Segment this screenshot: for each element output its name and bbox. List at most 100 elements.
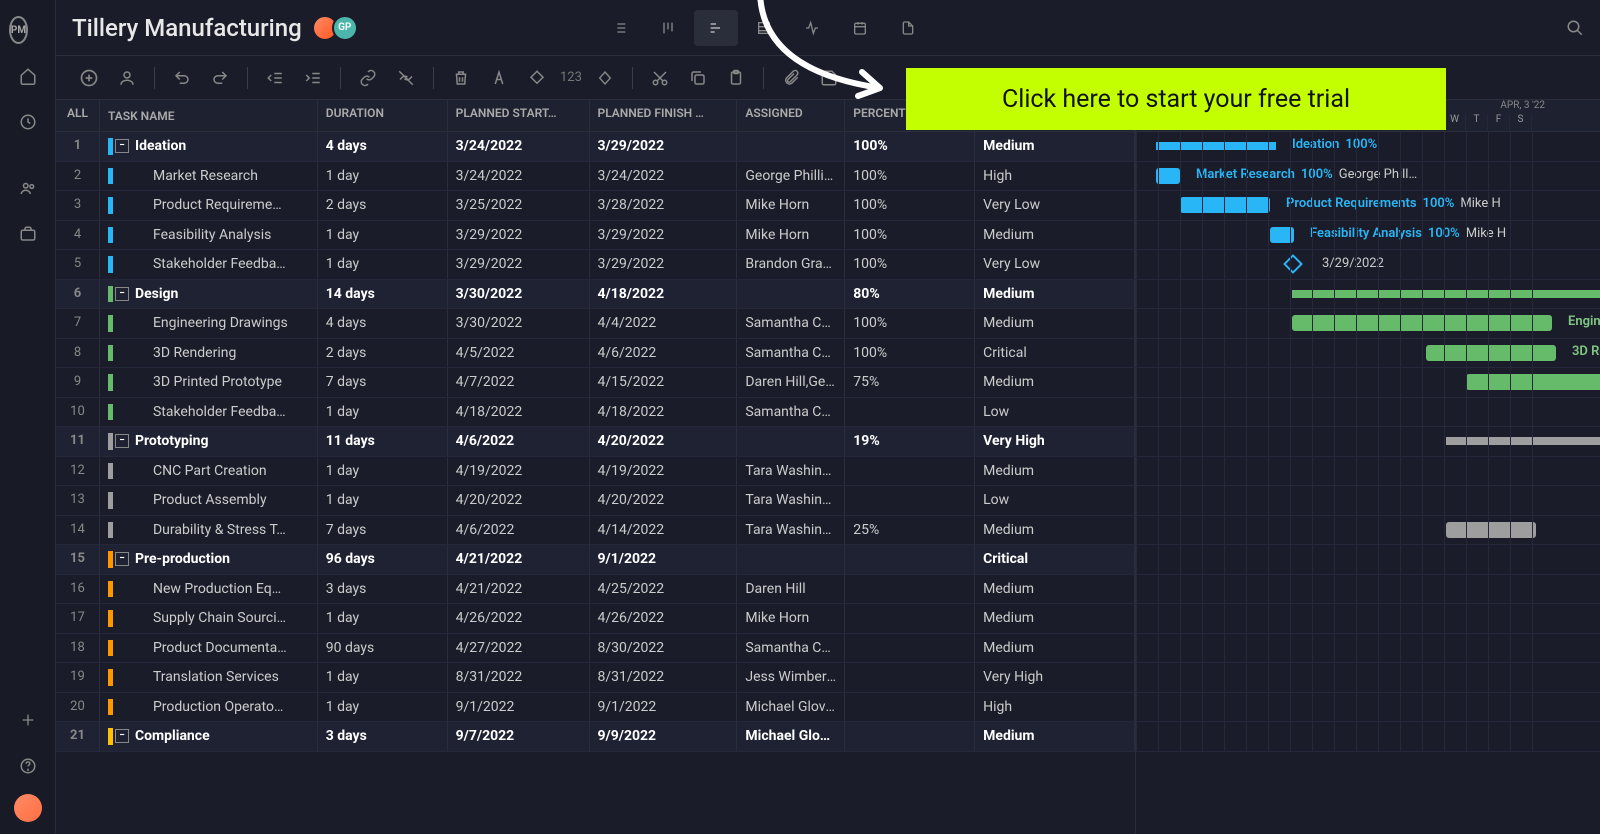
task-name-cell[interactable]: 3D Printed Prototype <box>100 368 318 397</box>
priority-cell[interactable]: Medium <box>975 309 1135 338</box>
table-row[interactable]: 15−Pre-production96 days4/21/20229/1/202… <box>56 545 1135 575</box>
help-icon[interactable] <box>10 748 46 784</box>
priority-cell[interactable]: Critical <box>975 339 1135 368</box>
col-name[interactable]: TASK NAME <box>100 100 318 131</box>
duration-cell[interactable]: 14 days <box>318 280 448 309</box>
start-cell[interactable]: 3/29/2022 <box>448 221 590 250</box>
task-name-cell[interactable]: Stakeholder Feedba… <box>100 398 318 427</box>
table-row[interactable]: 5Stakeholder Feedba…1 day3/29/20223/29/2… <box>56 250 1135 280</box>
percent-cell[interactable]: 80% <box>845 280 975 309</box>
priority-cell[interactable]: Medium <box>975 280 1135 309</box>
table-row[interactable]: 21−Compliance3 days9/7/20229/9/2022Micha… <box>56 722 1135 752</box>
priority-cell[interactable]: Medium <box>975 604 1135 633</box>
priority-cell[interactable]: Medium <box>975 457 1135 486</box>
start-cell[interactable]: 4/7/2022 <box>448 368 590 397</box>
start-cell[interactable]: 9/7/2022 <box>448 722 590 751</box>
priority-cell[interactable]: Low <box>975 398 1135 427</box>
duration-cell[interactable]: 96 days <box>318 545 448 574</box>
table-row[interactable]: 20Production Operato…1 day9/1/20229/1/20… <box>56 693 1135 723</box>
task-name-cell[interactable]: New Production Eq… <box>100 575 318 604</box>
duration-cell[interactable]: 1 day <box>318 604 448 633</box>
outdent-button[interactable] <box>260 63 290 93</box>
sheet-view-tab[interactable] <box>742 10 786 46</box>
finish-cell[interactable]: 8/31/2022 <box>590 663 738 692</box>
task-bar[interactable] <box>1446 522 1536 538</box>
gantt-row[interactable]: 3/29/2022 <box>1136 250 1600 280</box>
task-name-cell[interactable]: −Compliance <box>100 722 318 751</box>
percent-cell[interactable]: 100% <box>845 339 975 368</box>
paste-button[interactable] <box>721 63 751 93</box>
start-cell[interactable]: 3/30/2022 <box>448 280 590 309</box>
finish-cell[interactable]: 4/20/2022 <box>590 427 738 456</box>
percent-cell[interactable] <box>845 604 975 633</box>
gantt-row[interactable] <box>1136 545 1600 575</box>
assigned-cell[interactable]: Mike Horn <box>737 221 845 250</box>
collapse-icon[interactable]: − <box>115 729 129 743</box>
task-name-cell[interactable]: −Ideation <box>100 132 318 161</box>
task-name-cell[interactable]: Production Operato… <box>100 693 318 722</box>
table-row[interactable]: 6−Design14 days3/30/20224/18/202280%Medi… <box>56 280 1135 310</box>
percent-cell[interactable] <box>845 545 975 574</box>
col-finish[interactable]: PLANNED FINISH … <box>590 100 738 131</box>
table-row[interactable]: 1−Ideation4 days3/24/20223/29/2022100%Me… <box>56 132 1135 162</box>
indent-button[interactable] <box>298 63 328 93</box>
gantt-row[interactable] <box>1136 427 1600 457</box>
priority-cell[interactable]: High <box>975 162 1135 191</box>
gantt-view-tab[interactable] <box>694 10 738 46</box>
gantt-row[interactable] <box>1136 398 1600 428</box>
home-icon[interactable] <box>10 58 46 94</box>
priority-cell[interactable]: Medium <box>975 516 1135 545</box>
save-button[interactable] <box>814 63 844 93</box>
finish-cell[interactable]: 4/26/2022 <box>590 604 738 633</box>
search-icon[interactable] <box>1566 19 1584 37</box>
user-avatar[interactable] <box>14 794 42 822</box>
percent-cell[interactable] <box>845 634 975 663</box>
assigned-cell[interactable]: Mike Horn <box>737 604 845 633</box>
start-cell[interactable]: 3/30/2022 <box>448 309 590 338</box>
priority-cell[interactable]: Low <box>975 486 1135 515</box>
table-row[interactable]: 10Stakeholder Feedba…1 day4/18/20224/18/… <box>56 398 1135 428</box>
gantt-row[interactable]: Feasibility Analysis 100% Mike H <box>1136 221 1600 251</box>
duration-cell[interactable]: 2 days <box>318 191 448 220</box>
duration-cell[interactable]: 7 days <box>318 368 448 397</box>
percent-cell[interactable] <box>845 398 975 427</box>
assigned-cell[interactable]: Jess Wimberly <box>737 663 845 692</box>
task-name-cell[interactable]: −Design <box>100 280 318 309</box>
calendar-view-tab[interactable] <box>838 10 882 46</box>
table-row[interactable]: 83D Rendering2 days4/5/20224/6/2022Saman… <box>56 339 1135 369</box>
team-icon[interactable] <box>10 170 46 206</box>
gantt-row[interactable]: Product Requirements 100% Mike H <box>1136 191 1600 221</box>
priority-cell[interactable]: Medium <box>975 132 1135 161</box>
task-name-cell[interactable]: Durability & Stress T… <box>100 516 318 545</box>
task-name-cell[interactable]: Engineering Drawings <box>100 309 318 338</box>
percent-cell[interactable] <box>845 486 975 515</box>
duration-cell[interactable]: 2 days <box>318 339 448 368</box>
table-row[interactable]: 4Feasibility Analysis1 day3/29/20223/29/… <box>56 221 1135 251</box>
collapse-icon[interactable]: − <box>115 552 129 566</box>
priority-cell[interactable]: Very Low <box>975 250 1135 279</box>
milestone[interactable] <box>1283 254 1303 274</box>
gantt-row[interactable]: Market Research 100% George Phill… <box>1136 162 1600 192</box>
add-icon[interactable] <box>10 702 46 738</box>
table-row[interactable]: 14Durability & Stress T…7 days4/6/20224/… <box>56 516 1135 546</box>
task-name-cell[interactable]: −Prototyping <box>100 427 318 456</box>
task-name-cell[interactable]: CNC Part Creation <box>100 457 318 486</box>
duration-cell[interactable]: 7 days <box>318 516 448 545</box>
assigned-cell[interactable]: George Phillips <box>737 162 845 191</box>
duration-cell[interactable]: 1 day <box>318 663 448 692</box>
duration-cell[interactable]: 1 day <box>318 398 448 427</box>
assigned-cell[interactable]: Samantha Cum <box>737 398 845 427</box>
percent-cell[interactable] <box>845 693 975 722</box>
table-row[interactable]: 3Product Requireme…2 days3/25/20223/28/2… <box>56 191 1135 221</box>
start-cell[interactable]: 9/1/2022 <box>448 693 590 722</box>
gantt-row[interactable] <box>1136 604 1600 634</box>
finish-cell[interactable]: 3/28/2022 <box>590 191 738 220</box>
recent-icon[interactable] <box>10 104 46 140</box>
link-button[interactable] <box>353 63 383 93</box>
gantt-row[interactable] <box>1136 575 1600 605</box>
gantt-chart[interactable]: ., 20 '22MAR, 27 '22APR, 3 '22 WTFSSMTWT… <box>1136 100 1600 834</box>
table-row[interactable]: 13Product Assembly1 day4/20/20224/20/202… <box>56 486 1135 516</box>
start-cell[interactable]: 4/21/2022 <box>448 575 590 604</box>
portfolio-icon[interactable] <box>10 216 46 252</box>
assigned-cell[interactable]: Samantha Cum <box>737 634 845 663</box>
